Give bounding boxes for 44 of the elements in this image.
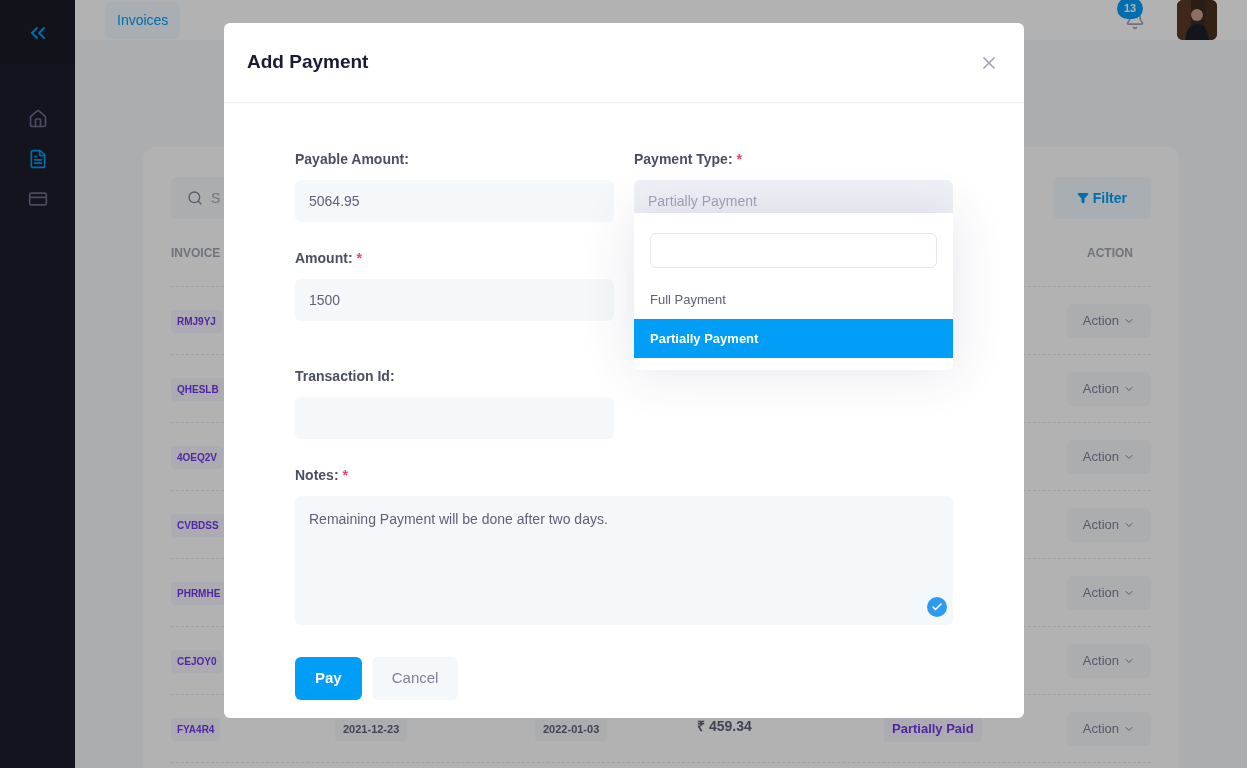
invoice-id[interactable]: 4OEQ2V [171, 446, 224, 469]
required-mark: * [342, 467, 348, 483]
invoice-id[interactable]: CVBDSS [171, 514, 225, 537]
action-button[interactable]: Action [1066, 507, 1151, 542]
required-mark: * [736, 151, 742, 167]
amount-field[interactable]: 1500 [295, 279, 614, 321]
card-icon[interactable] [27, 189, 48, 209]
home-icon[interactable] [27, 109, 48, 129]
invoice-id[interactable]: FYA4R4 [171, 718, 221, 741]
dialog-title: Add Payment [247, 50, 369, 75]
action-button[interactable]: Action [1066, 575, 1151, 610]
field-label: Transaction Id: [295, 368, 395, 384]
column-header: ACTION [1087, 244, 1133, 262]
date-tag: 2021-12-23 [335, 716, 408, 742]
invoice-id[interactable]: RMJ9YJ [171, 310, 222, 333]
cancel-button[interactable]: Cancel [371, 657, 459, 700]
notification-badge: 13 [1117, 0, 1144, 19]
dropdown-option[interactable]: Full Payment [634, 280, 953, 319]
action-button[interactable]: Action [1066, 439, 1151, 474]
column-header: INVOICE [171, 244, 221, 262]
field-label: Payable Amount: [295, 151, 409, 167]
payable-amount-field[interactable]: 5064.95 [295, 180, 614, 222]
amount-text: ₹ 459.34 [697, 717, 752, 734]
date-tag: 2022-01-03 [535, 716, 608, 742]
filter-icon [1076, 192, 1089, 204]
field-label: Payment Type: [634, 151, 733, 167]
invoice-id[interactable]: CEJOY0 [171, 650, 223, 673]
pay-button[interactable]: Pay [295, 657, 362, 700]
search-icon [187, 190, 203, 206]
action-button[interactable]: Action [1066, 643, 1151, 678]
field-label: Amount: [295, 250, 353, 266]
notes-textarea[interactable]: Remaining Payment will be done after two days. [295, 496, 953, 625]
required-mark: * [356, 250, 362, 266]
dropdown-option[interactable]: Partially Payment [634, 319, 953, 358]
invoice-id[interactable]: QHESLB [171, 378, 225, 401]
field-label: Notes: [295, 467, 339, 483]
search-placeholder: S [211, 188, 221, 208]
action-button[interactable]: Action [1066, 303, 1151, 338]
action-button[interactable]: Action [1066, 371, 1151, 406]
invoice-id[interactable]: PHRMHE [171, 582, 227, 605]
breadcrumb-tab[interactable]: Invoices [105, 1, 181, 39]
dropdown-search-field[interactable] [650, 233, 937, 268]
action-button[interactable]: Action [1066, 711, 1151, 746]
filter-button[interactable]: Filter [1052, 177, 1151, 219]
